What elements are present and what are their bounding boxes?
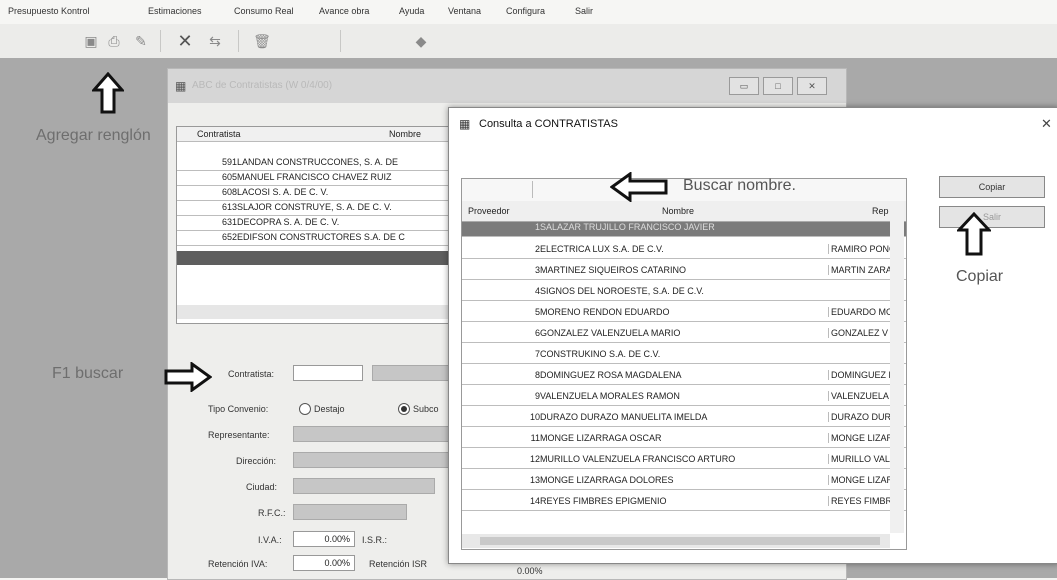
minimize-button[interactable]: ▭ — [729, 77, 759, 95]
dialog-icon: ▦ — [459, 117, 471, 131]
toolbar-separator — [160, 30, 161, 52]
table-row[interactable]: 2 ELECTRICA LUX S.A. DE C.V. RAMIRO PONC — [462, 244, 906, 259]
retencion-iva-label: Retención IVA: — [208, 559, 268, 569]
consulta-contratistas-dialog: ▦ Consulta a CONTRATISTAS ✕ Proveedor No… — [448, 107, 1057, 564]
representante-label: Representante: — [208, 430, 270, 440]
annotation-copiar: Copiar — [956, 268, 1004, 285]
column-header-nombre[interactable]: Nombre — [389, 129, 421, 139]
menu-configura[interactable]: Configura — [506, 6, 545, 16]
menu-presupuesto[interactable]: Presupuesto Kontrol — [8, 6, 90, 16]
close-button[interactable]: ✕ — [797, 77, 827, 95]
toolbar-separator — [340, 30, 341, 52]
contratista-input[interactable] — [293, 365, 363, 381]
subcontrato-radio[interactable] — [398, 403, 410, 415]
menu-consumo-real[interactable]: Consumo Real — [234, 6, 294, 16]
annotation-f1-buscar: F1 buscar — [52, 365, 124, 382]
rfc-field[interactable] — [293, 504, 407, 520]
table-row[interactable]: 12 MURILLO VALENZUELA FRANCISCO ARTURO MUR… — [462, 454, 906, 469]
retencion-isr-value: 0.00% — [517, 566, 543, 576]
iva-value: 0.00% — [324, 534, 350, 544]
toolbar: ▣ ⎙ ✎ ✕ ⇆ 🗑 ◆ — [0, 24, 1057, 59]
close-icon[interactable]: ✕ — [1041, 116, 1052, 132]
tipo-convenio-label: Tipo Convenio: — [208, 404, 269, 414]
table-row[interactable]: 8 DOMINGUEZ ROSA MAGDALENA DOMINGUEZ F — [462, 370, 906, 385]
table-row[interactable]: 5 MORENO RENDON EDUARDO EDUARDO MO — [462, 307, 906, 322]
table-row[interactable]: 9 VALENZUELA MORALES RAMON VALENZUELA — [462, 391, 906, 406]
scroll-thumb[interactable] — [480, 537, 880, 545]
column-header-contratista[interactable]: Contratista — [197, 129, 241, 139]
annotation-agregar-renglon: Agregar renglón — [36, 127, 151, 144]
column-header-nombre[interactable]: Nombre — [662, 206, 694, 216]
pin-icon[interactable]: ✎ — [132, 32, 150, 50]
horizontal-scrollbar[interactable] — [462, 534, 890, 548]
destajo-label: Destajo — [314, 404, 345, 414]
window-titlebar: ▦ ABC de Contratistas (W 0/4/00) ▭ □ ✕ — [168, 69, 846, 103]
subcontrato-label: Subco — [413, 404, 439, 414]
menu-bar: Presupuesto Kontrol Estimaciones Consumo… — [0, 0, 1057, 24]
direccion-field[interactable] — [293, 452, 450, 468]
save-icon[interactable]: ▣ — [82, 32, 100, 50]
table-row[interactable]: 14 REYES FIMBRES EPIGMENIO REYES FIMBR — [462, 496, 906, 511]
toolbar-separator — [238, 30, 239, 52]
menu-salir[interactable]: Salir — [575, 6, 593, 16]
window-icon: ▦ — [175, 79, 187, 93]
destajo-radio[interactable] — [299, 403, 311, 415]
contratistas-grid[interactable]: Contratista Nombre 591 LANDAN CONSTRUCCON… — [176, 126, 464, 324]
window-title: ABC de Contratistas (W 0/4/00) — [192, 80, 333, 91]
menu-ventana[interactable]: Ventana — [448, 6, 481, 16]
dialog-title: Consulta a CONTRATISTAS — [479, 118, 618, 130]
print-icon[interactable]: ⎙ — [105, 32, 123, 50]
ciudad-label: Ciudad: — [246, 482, 278, 492]
table-row[interactable]: 613 SLAJOR CONSTRUYE, S. A. DE C. V. — [177, 202, 463, 216]
right-arrow-icon — [164, 362, 212, 392]
left-arrow-icon — [610, 172, 668, 202]
representante-field[interactable] — [293, 426, 450, 442]
table-row[interactable]: 591 LANDAN CONSTRUCCONES, S. A. DE — [177, 157, 463, 171]
grid-header: Contratista Nombre — [177, 127, 463, 142]
table-row[interactable]: 3 MARTINEZ SIQUEIROS CATARINO MARTIN ZARA — [462, 265, 906, 280]
table-row[interactable]: 631 DECOPRA S. A. DE C. V. — [177, 217, 463, 231]
annotation-buscar-nombre: Buscar nombre. — [683, 177, 796, 194]
trash-icon[interactable]: 🗑 — [253, 32, 271, 50]
column-header-proveedor[interactable]: Proveedor — [468, 206, 510, 216]
retencion-iva-value: 0.00% — [324, 558, 350, 568]
consulta-grid[interactable]: Proveedor Nombre Rep 1 SALAZAR TRUJILLO F… — [461, 178, 907, 550]
vertical-scrollbar[interactable] — [890, 201, 904, 533]
minus-icon[interactable]: ⇆ — [206, 32, 224, 50]
table-row-selected[interactable]: 1 SALAZAR TRUJILLO FRANCISCO JAVIER — [462, 222, 906, 237]
ciudad-field[interactable] — [293, 478, 435, 494]
table-row[interactable]: 11 MONGE LIZARRAGA OSCAR MONGE LIZAR — [462, 433, 906, 448]
contratista-label: Contratista: — [228, 369, 275, 379]
iva-label: I.V.A.: — [258, 535, 282, 545]
direccion-label: Dirección: — [236, 456, 277, 466]
isr-label: I.S.R.: — [362, 535, 388, 545]
salir-button[interactable]: Salir — [939, 206, 1045, 228]
iva-field[interactable]: 0.00% — [293, 531, 355, 547]
menu-estimaciones[interactable]: Estimaciones — [148, 6, 202, 16]
table-row[interactable]: 605 MANUEL FRANCISCO CHAVEZ RUIZ — [177, 172, 463, 186]
selected-new-row[interactable] — [177, 251, 463, 265]
retencion-iva-field[interactable]: 0.00% — [293, 555, 355, 571]
menu-ayuda[interactable]: Ayuda — [399, 6, 424, 16]
grid-header: Proveedor Nombre Rep — [462, 201, 906, 222]
table-row[interactable]: 4 SIGNOS DEL NOROESTE, S.A. DE C.V. — [462, 286, 906, 301]
copiar-button[interactable]: Copiar — [939, 176, 1045, 198]
table-row[interactable]: 10 DURAZO DURAZO MANUELITA IMELDA DURAZO D… — [462, 412, 906, 427]
up-arrow-icon — [92, 72, 124, 114]
retencion-isr-label: Retención ISR — [369, 559, 428, 569]
contratista-name-field — [372, 365, 450, 381]
up-arrow-icon — [957, 212, 991, 256]
table-row[interactable]: 13 MONGE LIZARRAGA DOLORES MONGE LIZAR — [462, 475, 906, 490]
horizontal-scrollbar[interactable] — [177, 305, 463, 319]
column-header-rep[interactable]: Rep — [872, 206, 889, 216]
close-icon[interactable]: ✕ — [176, 32, 194, 50]
table-row[interactable]: 652 EDIFSON CONSTRUCTORES S.A. DE C — [177, 232, 463, 246]
table-row[interactable]: 7 CONSTRUKINO S.A. DE C.V. — [462, 349, 906, 364]
maximize-button[interactable]: □ — [763, 77, 793, 95]
table-row[interactable]: 6 GONZALEZ VALENZUELA MARIO GONZALEZ V — [462, 328, 906, 343]
rfc-label: R.F.C.: — [258, 508, 286, 518]
diamond-icon[interactable]: ◆ — [412, 32, 430, 50]
table-row[interactable]: 608 LACOSI S. A. DE C. V. — [177, 187, 463, 201]
menu-avance-obra[interactable]: Avance obra — [319, 6, 369, 16]
